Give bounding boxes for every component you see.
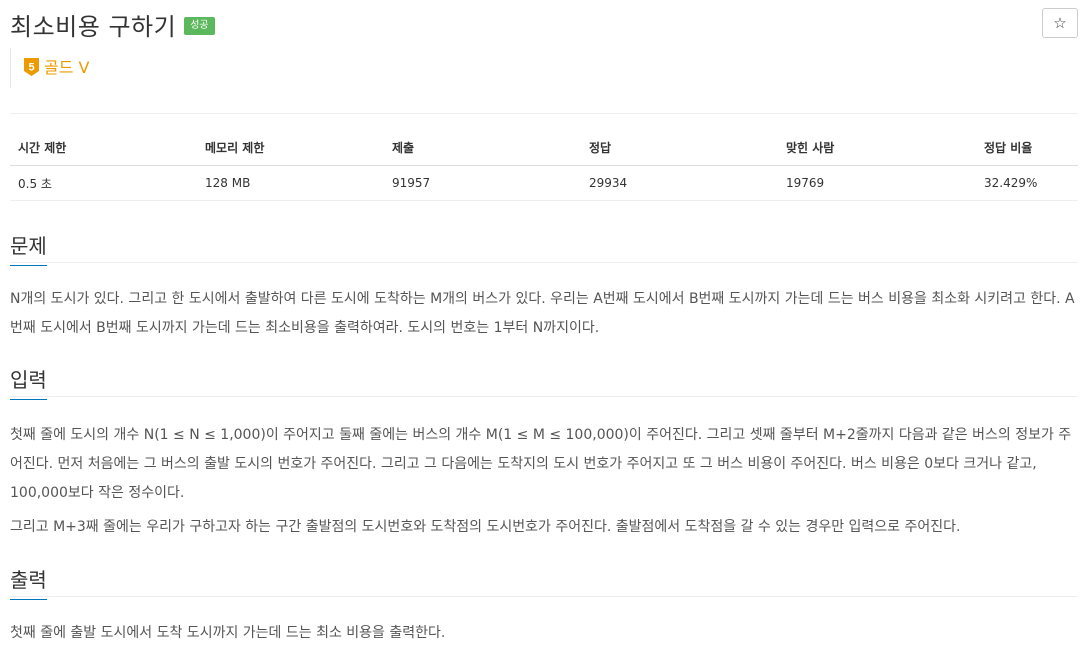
header-time-limit: 시간 제한 — [10, 130, 197, 166]
value-accept-ratio: 32.429% — [976, 165, 1078, 201]
problem-description: N개의 도시가 있다. 그리고 한 도시에서 출발하여 다른 도시에 도착하는 … — [10, 291, 1075, 336]
output-description: 첫째 줄에 출발 도시에서 도착 도시까지 가는데 드는 최소 비용을 출력한다… — [10, 625, 446, 641]
section-heading-output: 출력 — [10, 564, 47, 600]
star-icon: ☆ — [1053, 14, 1067, 32]
value-accepted: 29934 — [581, 165, 778, 201]
header-accept-ratio: 정답 비율 — [976, 130, 1078, 166]
section-heading-problem: 문제 — [10, 230, 47, 266]
header-submissions: 제출 — [384, 130, 581, 166]
section-rule — [10, 396, 1078, 397]
table-row: 0.5 초 128 MB 91957 29934 19769 32.429% — [10, 165, 1078, 201]
input-description-2: 그리고 M+3째 줄에는 우리가 구하고자 하는 구간 출발점의 도시번호와 도… — [10, 519, 961, 535]
value-solved-users: 19769 — [778, 165, 976, 201]
section-heading-input: 입력 — [10, 364, 47, 400]
header-accepted: 정답 — [581, 130, 778, 166]
page-title: 최소비용 구하기 — [10, 12, 177, 41]
section-rule — [10, 596, 1078, 597]
header-memory-limit: 메모리 제한 — [197, 130, 384, 166]
result-badge[interactable]: 성공 — [184, 17, 215, 35]
favorite-star-button[interactable]: ☆ — [1042, 8, 1078, 38]
problem-info-table: 시간 제한 메모리 제한 제출 정답 맞힌 사람 정답 비율 0.5 초 128… — [10, 130, 1078, 201]
section-rule — [10, 262, 1078, 263]
tier-box: 5 골드 V — [10, 48, 89, 88]
tier-number: 5 — [28, 62, 34, 74]
value-submissions: 91957 — [384, 165, 581, 201]
header-solved-users: 맞힌 사람 — [778, 130, 976, 166]
tier-badge-icon: 5 — [24, 58, 39, 76]
value-time-limit: 0.5 초 — [10, 165, 197, 201]
divider — [10, 113, 1078, 114]
tier-label[interactable]: 골드 V — [44, 58, 89, 78]
input-description-1: 첫째 줄에 도시의 개수 N(1 ≤ N ≤ 1,000)이 주어지고 둘째 줄… — [10, 427, 1072, 501]
title-row: 최소비용 구하기 성공 — [10, 4, 215, 44]
table-header-row: 시간 제한 메모리 제한 제출 정답 맞힌 사람 정답 비율 — [10, 130, 1078, 166]
value-memory-limit: 128 MB — [197, 165, 384, 201]
